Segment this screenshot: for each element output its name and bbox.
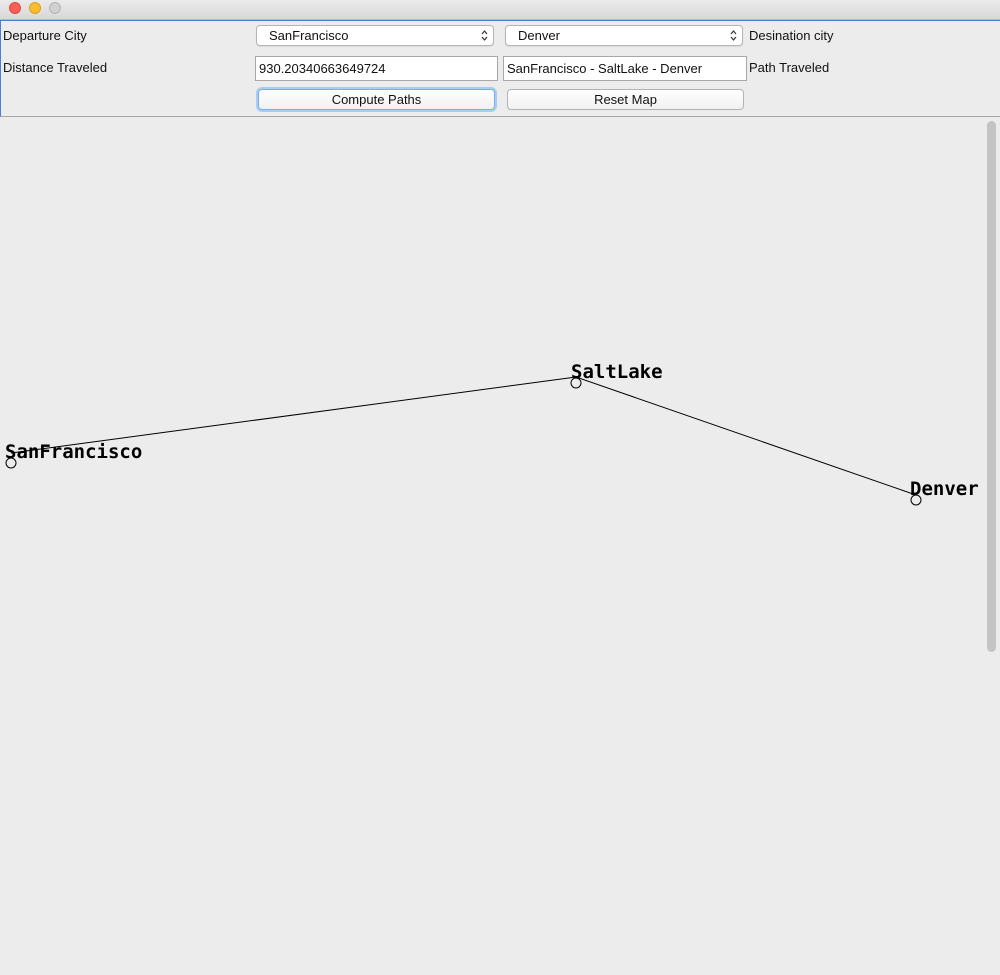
city-label-denver: Denver <box>910 478 979 500</box>
departure-city-select[interactable]: SanFrancisco <box>256 25 494 46</box>
map-svg: SanFrancisco SaltLake Denver <box>5 361 979 506</box>
departure-city-label: Departure City <box>3 28 87 43</box>
select-arrows-icon <box>481 30 488 41</box>
destination-city-value: Denver <box>518 28 560 43</box>
city-label-saltlake: SaltLake <box>571 361 663 383</box>
map-canvas[interactable]: SanFrancisco SaltLake Denver <box>0 118 1000 975</box>
destination-city-label: Desination city <box>749 28 834 43</box>
city-label-sanfrancisco: SanFrancisco <box>5 441 142 463</box>
zoom-window-button[interactable] <box>49 2 61 14</box>
title-bar[interactable] <box>0 0 1000 20</box>
path-traveled-label: Path Traveled <box>749 60 830 75</box>
close-window-button[interactable] <box>9 2 21 14</box>
minimize-window-button[interactable] <box>29 2 41 14</box>
control-panel: Departure City SanFrancisco Denver Desin… <box>0 20 1000 117</box>
select-arrows-icon <box>730 30 737 41</box>
distance-traveled-field[interactable]: 930.20340663649724 <box>255 56 498 81</box>
route-segment-saltlake-denver <box>575 376 917 496</box>
destination-city-select[interactable]: Denver <box>505 25 743 46</box>
distance-traveled-label: Distance Traveled <box>3 60 108 75</box>
application-window: Departure City SanFrancisco Denver Desin… <box>0 0 1000 975</box>
compute-paths-button[interactable]: Compute Paths <box>258 89 495 110</box>
departure-city-value: SanFrancisco <box>269 28 349 43</box>
path-traveled-field[interactable]: SanFrancisco - SaltLake - Denver <box>503 56 747 81</box>
reset-map-button[interactable]: Reset Map <box>507 89 744 110</box>
vertical-scrollbar-thumb[interactable] <box>987 121 996 652</box>
